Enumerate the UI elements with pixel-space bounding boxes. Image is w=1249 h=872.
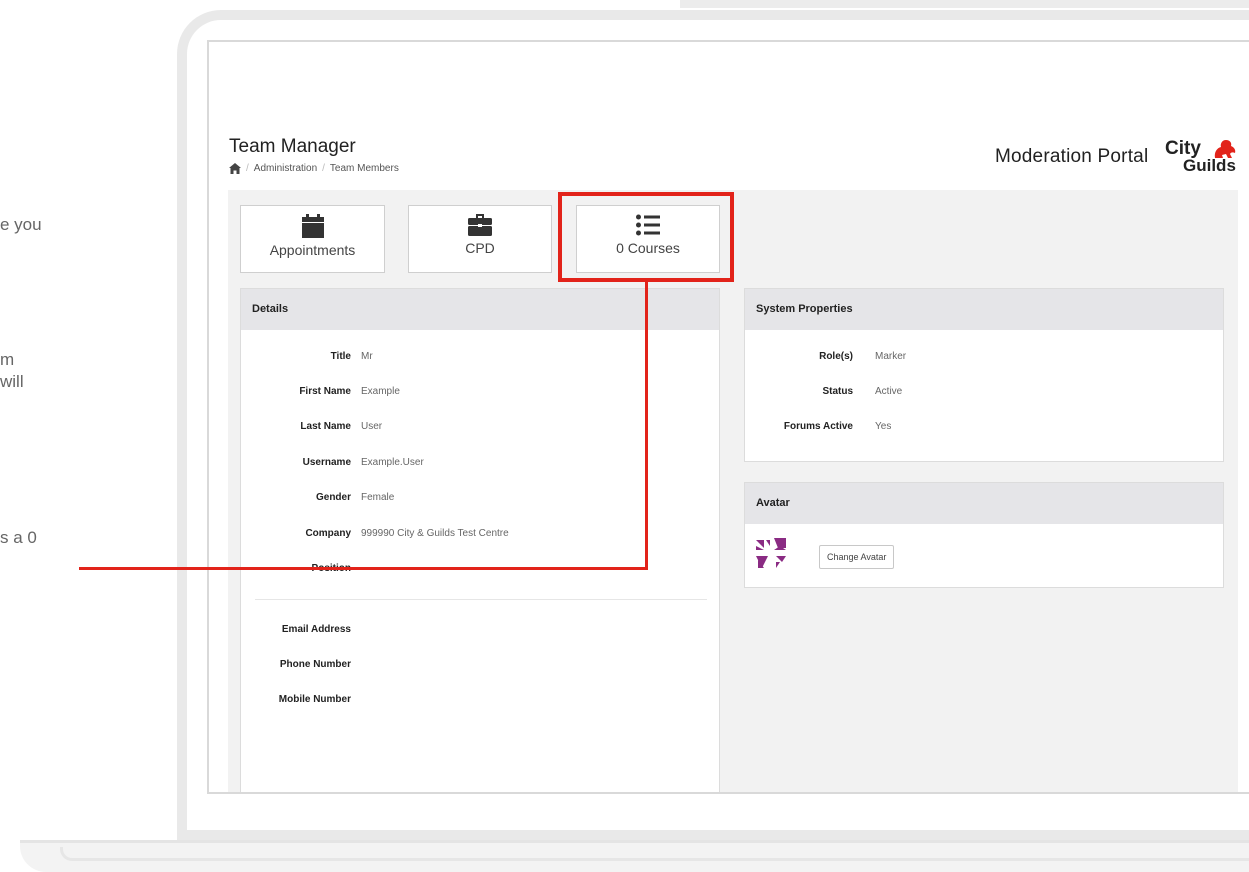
detail-row-company: Company 999990 City & Guilds Test Centre — [241, 528, 721, 542]
breadcrumb-administration[interactable]: Administration — [254, 163, 317, 174]
system-row-status: Status Active — [745, 386, 1225, 400]
system-value: Active — [875, 386, 903, 397]
calendar-icon — [301, 214, 324, 238]
system-properties-panel: System Properties Role(s) Marker Status … — [744, 288, 1224, 462]
detail-row-position: Position — [241, 563, 721, 577]
detail-label: Gender — [315, 492, 351, 503]
detail-value: Example — [361, 386, 400, 397]
briefcase-icon — [468, 214, 492, 236]
detail-value: Female — [361, 492, 395, 503]
system-value: Marker — [875, 351, 907, 362]
detail-label: Company — [305, 528, 351, 539]
detail-row-phone: Phone Number — [241, 659, 721, 673]
detail-label: First Name — [299, 386, 351, 397]
avatar-panel: Avatar Change Avatar — [744, 482, 1224, 588]
detail-label: Email Address — [281, 624, 351, 635]
callout-line-vertical — [645, 282, 648, 569]
detail-label: Username — [302, 457, 351, 468]
cpd-label: CPD — [465, 240, 495, 256]
detail-row-mobile: Mobile Number — [241, 694, 721, 708]
laptop-base — [20, 840, 1249, 872]
page-header: Team Manager / Administration / Team Mem… — [209, 42, 1249, 192]
detail-value: 999990 City & Guilds Test Centre — [361, 528, 509, 539]
callout-line-horizontal — [79, 567, 648, 570]
instruction-text-line-3: will — [0, 372, 24, 391]
detail-label: Phone Number — [279, 659, 351, 670]
portal-title: Moderation Portal — [995, 146, 1149, 167]
logo-lion-icon — [1214, 140, 1236, 158]
system-row-forums: Forums Active Yes — [745, 421, 1225, 435]
cpd-tile[interactable]: CPD — [408, 205, 552, 273]
detail-label: Mobile Number — [278, 694, 351, 705]
detail-row-email: Email Address — [241, 624, 721, 638]
detail-row-username: Username Example.User — [241, 457, 721, 471]
laptop-base-groove — [60, 847, 1249, 861]
system-value: Yes — [875, 421, 892, 432]
detail-row-gender: Gender Female — [241, 492, 721, 506]
avatar-image — [756, 538, 786, 568]
instruction-text-line-4: s a 0 — [0, 528, 37, 547]
breadcrumb: / Administration / Team Members — [229, 163, 399, 174]
system-row-roles: Role(s) Marker — [745, 351, 1225, 365]
detail-value: Mr — [361, 351, 373, 362]
change-avatar-button[interactable]: Change Avatar — [819, 545, 895, 569]
home-icon[interactable] — [229, 163, 241, 174]
laptop-edge — [680, 0, 1249, 8]
instruction-text-line-2: m — [0, 350, 15, 369]
breadcrumb-team-members[interactable]: Team Members — [330, 163, 399, 174]
details-panel: Details Title Mr First Name Example Last… — [240, 288, 721, 792]
system-label: Forums Active — [783, 421, 853, 432]
detail-value: Example.User — [361, 457, 424, 468]
avatar-heading: Avatar — [745, 483, 1223, 524]
detail-value: User — [361, 421, 383, 432]
page-title: Team Manager — [229, 136, 356, 157]
appointments-label: Appointments — [269, 242, 356, 258]
details-divider — [255, 599, 707, 600]
instruction-text-line-1: e you — [0, 215, 42, 234]
system-properties-heading: System Properties — [745, 289, 1223, 330]
breadcrumb-separator: / — [246, 163, 249, 174]
detail-row-last-name: Last Name User — [241, 421, 721, 435]
detail-row-title: Title Mr — [241, 351, 721, 365]
breadcrumb-separator: / — [322, 163, 325, 174]
detail-label: Title — [330, 351, 351, 362]
system-label: Status — [822, 386, 853, 397]
system-label: Role(s) — [819, 351, 853, 362]
detail-label: Last Name — [300, 421, 351, 432]
courses-highlight-box — [558, 192, 734, 282]
appointments-tile[interactable]: Appointments — [240, 205, 385, 273]
app-screen: Team Manager / Administration / Team Mem… — [207, 40, 1249, 794]
avatar-body: Change Avatar — [745, 524, 1223, 588]
city-guilds-logo: City Guilds — [1163, 136, 1243, 180]
detail-row-first-name: First Name Example — [241, 386, 721, 400]
